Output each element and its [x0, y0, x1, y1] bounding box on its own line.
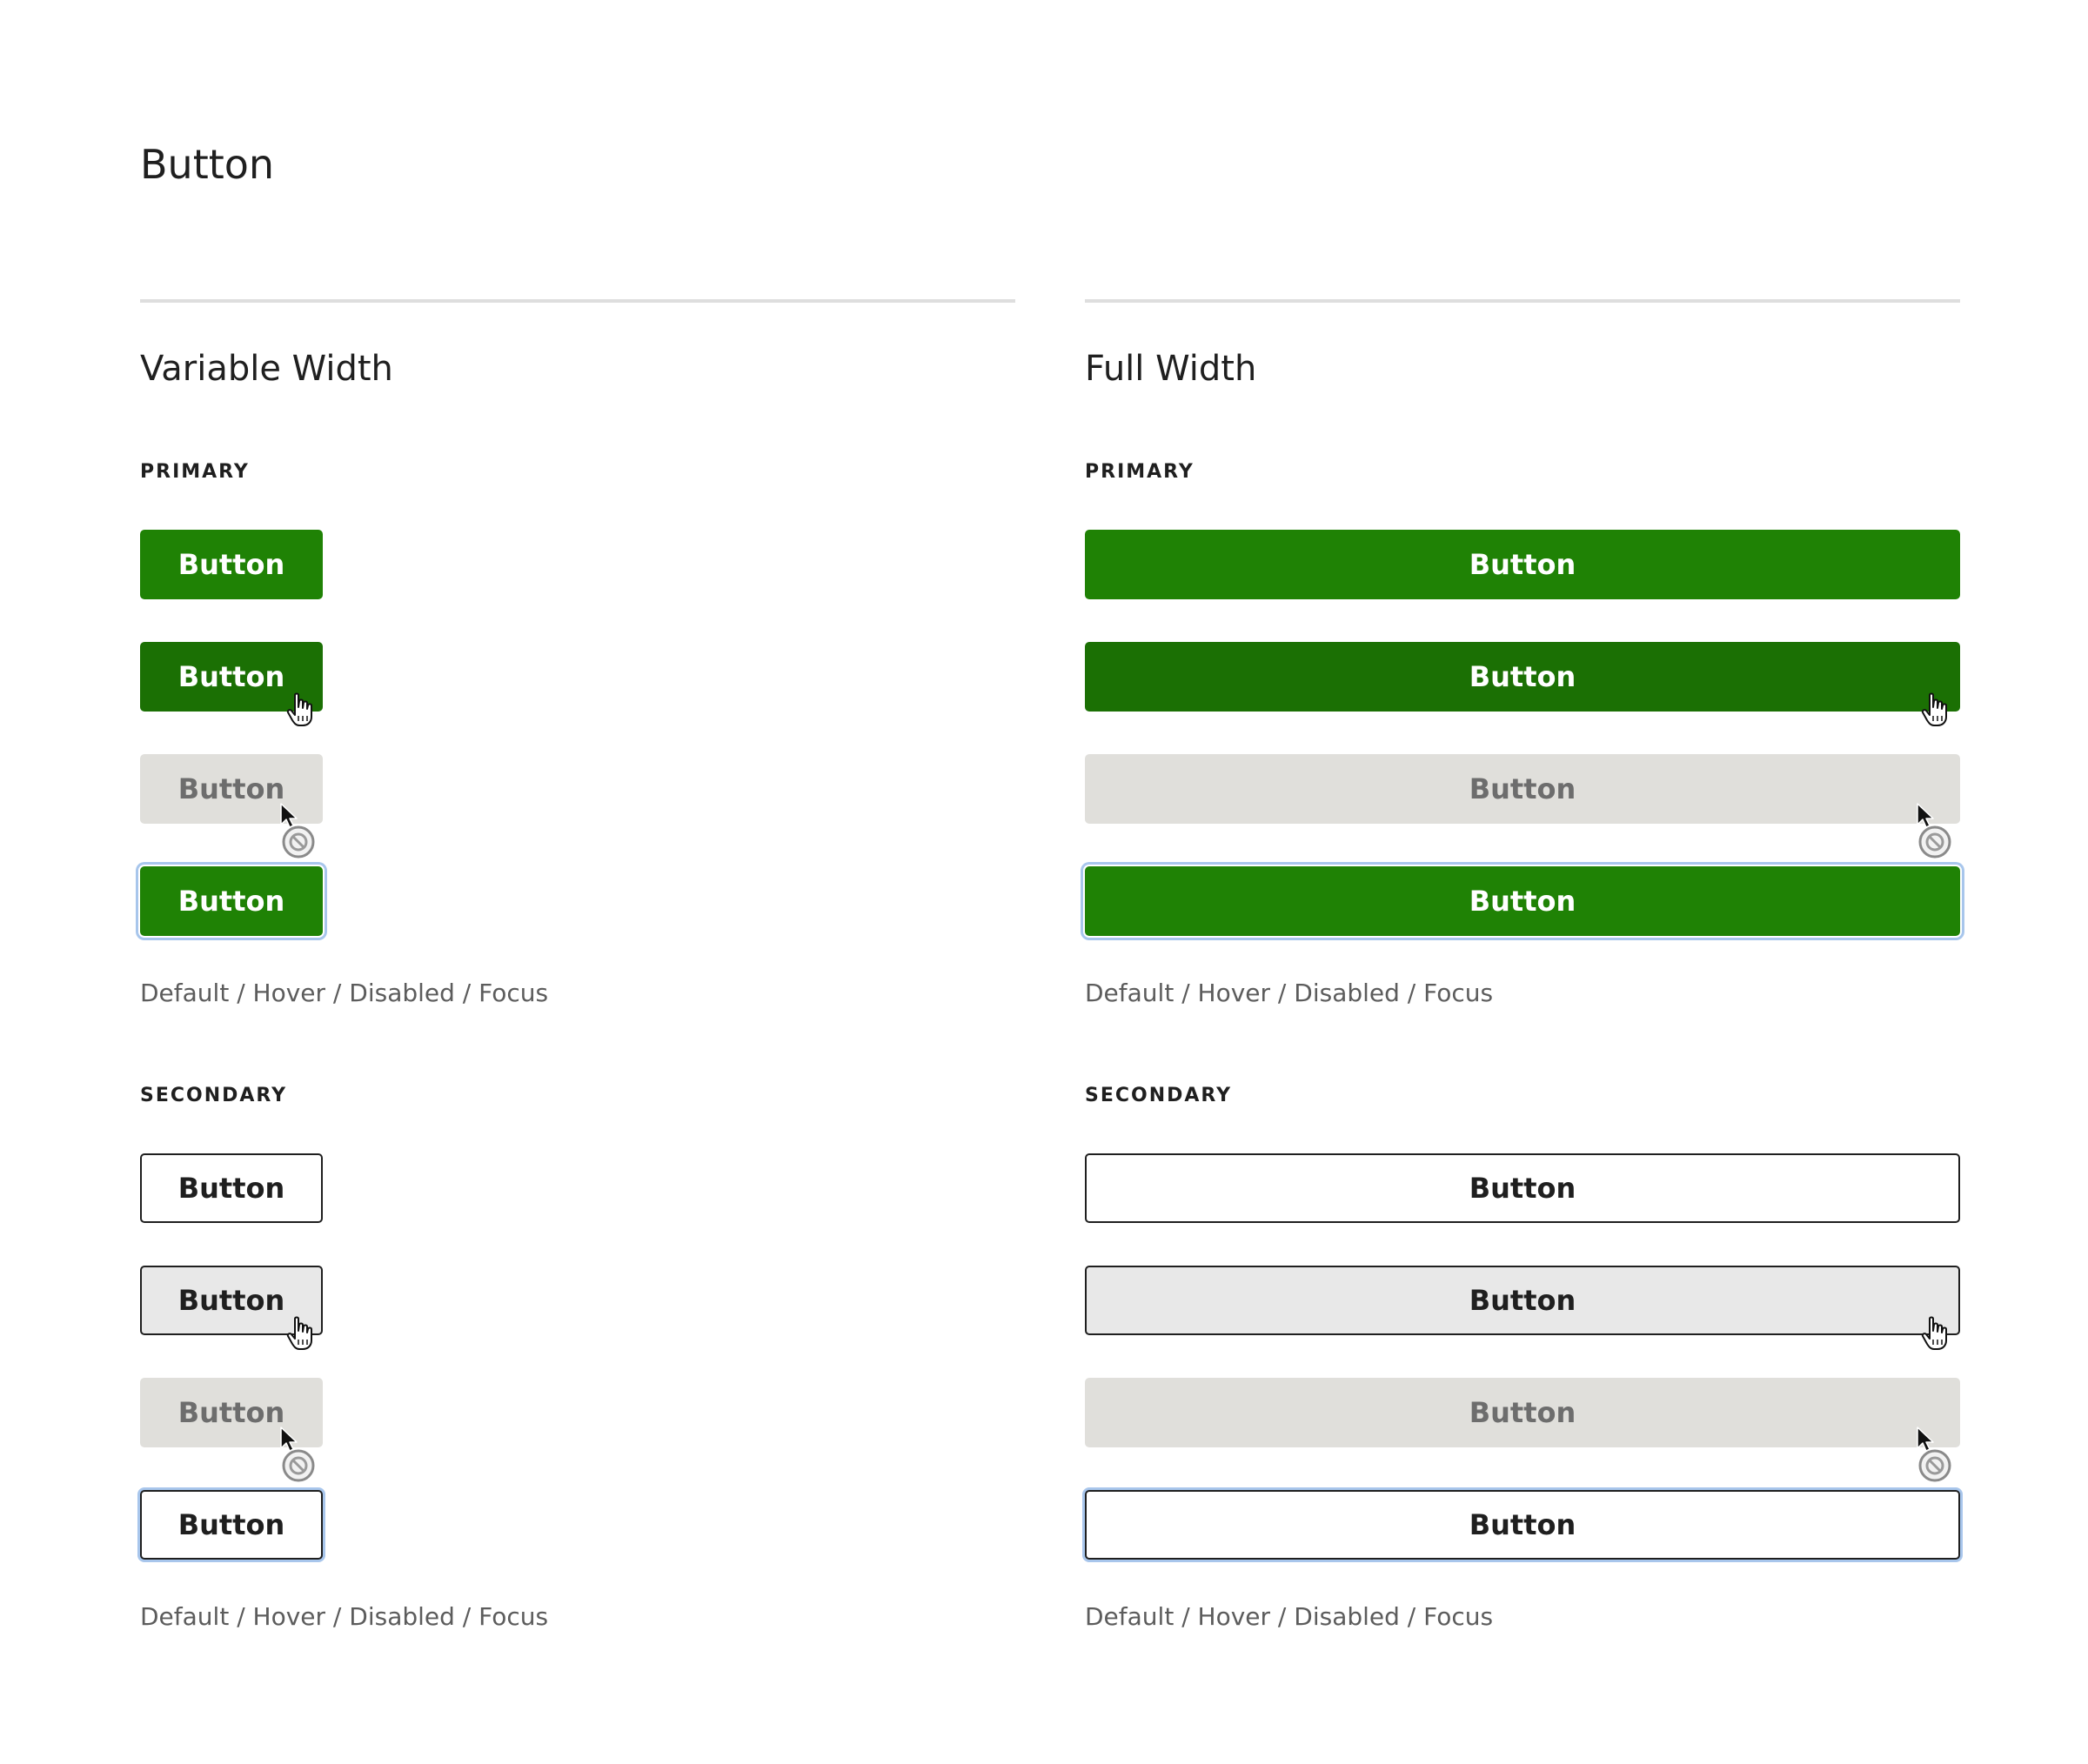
primary-button-default[interactable]: Button: [1085, 530, 1960, 599]
secondary-section-label: SECONDARY: [140, 1085, 288, 1106]
primary-button-focus[interactable]: Button: [140, 866, 323, 936]
secondary-section-label: SECONDARY: [1085, 1085, 1233, 1106]
primary-button-disabled: Button: [140, 754, 323, 824]
column-divider: [140, 299, 1015, 303]
primary-states-caption: Default / Hover / Disabled / Focus: [140, 979, 549, 1007]
column-heading: Full Width: [1085, 349, 1257, 389]
primary-states-caption: Default / Hover / Disabled / Focus: [1085, 979, 1494, 1007]
primary-button-hover[interactable]: Button: [1085, 642, 1960, 712]
secondary-button-hover[interactable]: Button: [140, 1266, 323, 1335]
secondary-button-hover[interactable]: Button: [1085, 1266, 1960, 1335]
secondary-button-disabled: Button: [1085, 1378, 1960, 1447]
secondary-button-focus[interactable]: Button: [140, 1490, 323, 1560]
column-heading: Variable Width: [140, 349, 393, 389]
primary-button-default[interactable]: Button: [140, 530, 323, 599]
secondary-button-default[interactable]: Button: [1085, 1153, 1960, 1223]
page-title: Button: [140, 141, 275, 188]
primary-button-disabled: Button: [1085, 754, 1960, 824]
secondary-button-disabled: Button: [140, 1378, 323, 1447]
secondary-states-caption: Default / Hover / Disabled / Focus: [1085, 1602, 1494, 1631]
primary-section-label: PRIMARY: [1085, 461, 1195, 483]
secondary-states-caption: Default / Hover / Disabled / Focus: [140, 1602, 549, 1631]
primary-button-hover[interactable]: Button: [140, 642, 323, 712]
column-divider: [1085, 299, 1960, 303]
secondary-button-default[interactable]: Button: [140, 1153, 323, 1223]
primary-button-focus[interactable]: Button: [1085, 866, 1960, 936]
primary-section-label: PRIMARY: [140, 461, 250, 483]
secondary-button-focus[interactable]: Button: [1085, 1490, 1960, 1560]
